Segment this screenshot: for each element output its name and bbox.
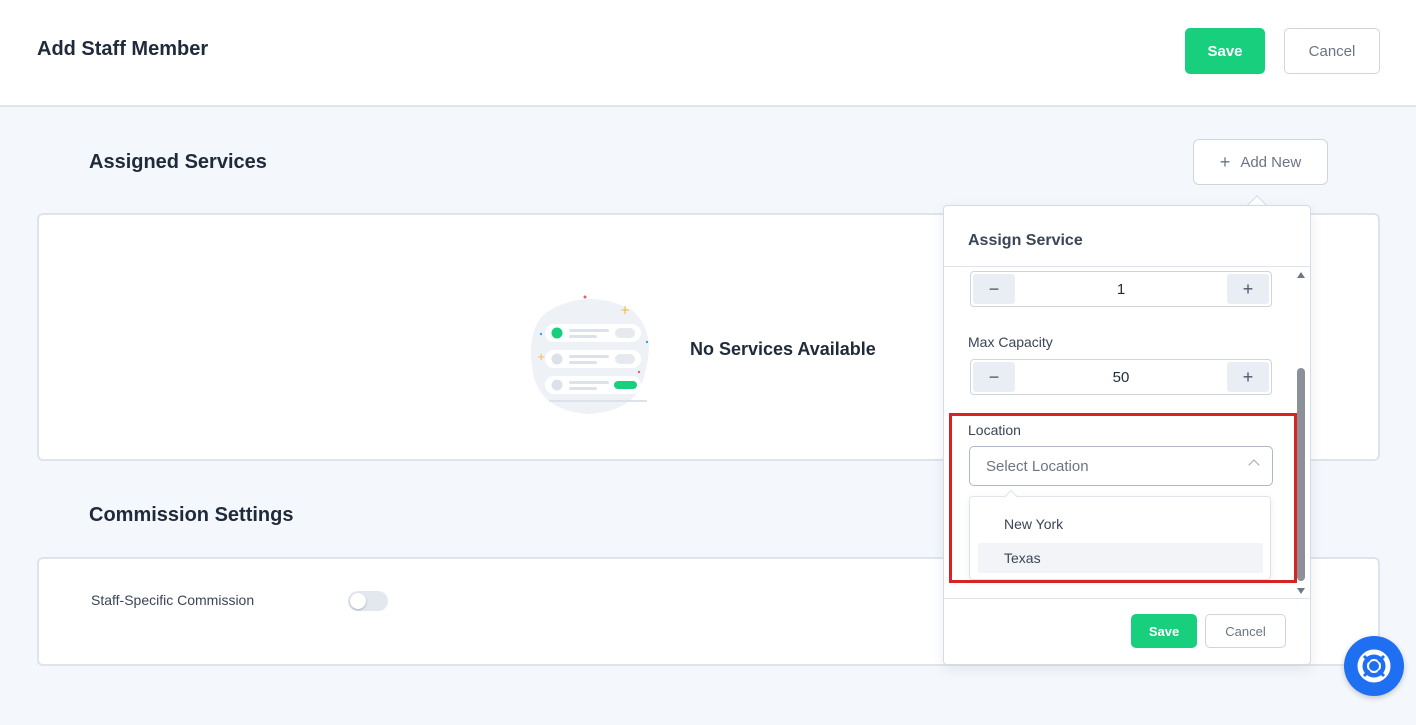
help-button[interactable] [1344, 636, 1404, 696]
decrement-button[interactable]: − [973, 274, 1015, 304]
max-capacity-value[interactable]: 50 [1017, 360, 1225, 394]
staff-specific-commission-label: Staff-Specific Commission [91, 592, 255, 608]
add-new-service-button[interactable]: + Add New [1193, 139, 1328, 185]
location-select[interactable]: Select Location [969, 446, 1273, 486]
chevron-up-icon [1248, 459, 1260, 471]
assign-service-cancel-button[interactable]: Cancel [1205, 614, 1286, 648]
page-title: Add Staff Member [37, 38, 209, 60]
popover-divider [944, 598, 1310, 599]
scroll-down-arrow-icon[interactable] [1297, 588, 1305, 594]
assign-service-popover: Assign Service − 1 + Max Capacity − 50 +… [943, 205, 1311, 665]
empty-services-text: No Services Available [690, 339, 876, 359]
toggle-knob [350, 593, 366, 609]
max-capacity-increment-button[interactable]: + [1227, 362, 1269, 392]
scroll-up-arrow-icon[interactable] [1297, 272, 1305, 278]
first-stepper-value[interactable]: 1 [1017, 272, 1225, 306]
assigned-services-title: Assigned Services [89, 151, 267, 173]
max-capacity-decrement-button[interactable]: − [973, 362, 1015, 392]
plus-icon: + [1242, 278, 1254, 299]
minus-icon: − [988, 278, 1000, 299]
cancel-button[interactable]: Cancel [1284, 28, 1380, 74]
scrollbar-thumb[interactable] [1297, 368, 1305, 581]
lifebuoy-icon [1357, 649, 1391, 683]
assign-service-title: Assign Service [968, 232, 1083, 249]
max-capacity-label: Max Capacity [968, 334, 1053, 350]
increment-button[interactable]: + [1227, 274, 1269, 304]
popover-divider [944, 266, 1310, 267]
location-select-placeholder: Select Location [986, 457, 1089, 475]
location-option-new-york[interactable]: New York [978, 509, 1263, 539]
location-option-texas[interactable]: Texas [978, 543, 1263, 573]
assign-service-save-button[interactable]: Save [1131, 614, 1197, 648]
minus-icon: − [988, 366, 1000, 387]
top-bar: Add Staff Member Save Cancel [0, 0, 1416, 107]
plus-icon: + [1219, 151, 1231, 172]
commission-settings-title: Commission Settings [89, 504, 294, 526]
empty-services-illustration-icon: + + [531, 295, 649, 414]
first-stepper: − 1 + [970, 271, 1272, 307]
staff-specific-commission-toggle[interactable] [348, 591, 388, 611]
popover-scrollbar[interactable] [1295, 268, 1307, 596]
plus-icon: + [1242, 366, 1254, 387]
max-capacity-stepper: − 50 + [970, 359, 1272, 395]
add-new-label: Add New [1240, 153, 1302, 171]
location-dropdown: New York Texas [969, 496, 1271, 580]
location-label: Location [968, 422, 1021, 438]
svg-text:+: + [537, 352, 545, 363]
svg-text:+: + [620, 303, 630, 317]
save-button[interactable]: Save [1185, 28, 1265, 74]
